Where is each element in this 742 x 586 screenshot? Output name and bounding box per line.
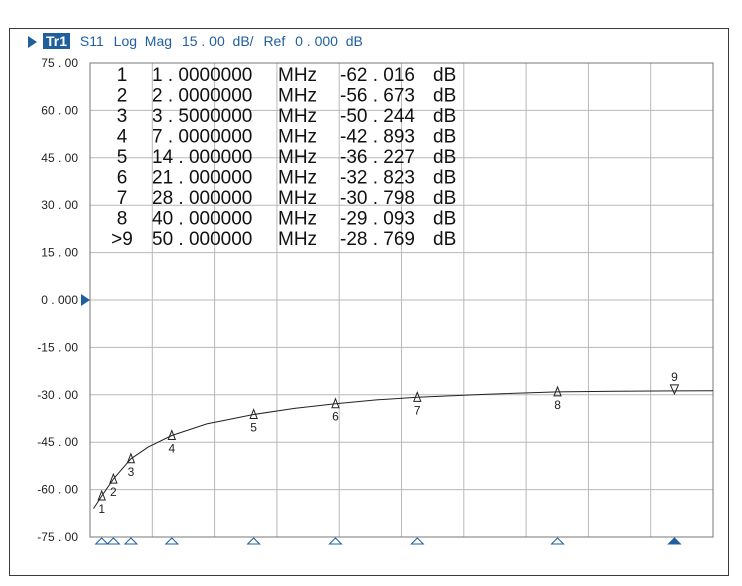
marker-table-freq: 28 . 000000 bbox=[152, 188, 252, 209]
y-tick-label: 15 . 00 bbox=[41, 246, 78, 260]
marker-symbol bbox=[669, 384, 680, 396]
marker-table-val: -50 . 244 bbox=[340, 106, 415, 127]
ref-level-arrow-icon[interactable] bbox=[81, 294, 90, 306]
y-tick-label: -30 . 00 bbox=[37, 388, 78, 402]
marker-table-unit: MHz bbox=[278, 127, 317, 148]
bottom-marker-triangle-icon bbox=[550, 537, 565, 545]
marker-table-unit: MHz bbox=[278, 168, 317, 189]
marker-table-unit: MHz bbox=[278, 65, 317, 86]
s11-chart[interactable]: 75 . 00 60 . 00 45 . 00 30 . 00 15 . 00 0 . 0… bbox=[0, 0, 742, 586]
marker-table-vunit: dB bbox=[433, 147, 456, 168]
marker-table-id: 4 bbox=[117, 127, 128, 148]
marker-table-freq: 50 . 000000 bbox=[152, 229, 252, 250]
y-tick-label: -45 . 00 bbox=[37, 435, 78, 449]
marker-table-freq: 40 . 000000 bbox=[152, 209, 252, 230]
marker-table-freq: 1 . 0000000 bbox=[152, 65, 252, 86]
bottom-marker-triangle-icon bbox=[410, 537, 425, 545]
marker-table-unit: MHz bbox=[278, 86, 317, 107]
marker-table-val: -30 . 798 bbox=[340, 188, 415, 209]
y-tick-label: -15 . 00 bbox=[37, 340, 78, 354]
marker-table-id: 6 bbox=[117, 168, 128, 189]
marker-label: 3 bbox=[128, 465, 135, 479]
ref-arrow-shape bbox=[81, 294, 90, 306]
s11-trace-line bbox=[93, 390, 714, 509]
marker-table-val: -32 . 823 bbox=[340, 168, 415, 189]
marker-table-val: -29 . 093 bbox=[340, 209, 415, 230]
y-tick-label: 75 . 00 bbox=[41, 56, 78, 70]
marker-table-vunit: dB bbox=[433, 168, 456, 189]
marker-table-unit: MHz bbox=[278, 229, 317, 250]
marker-table-id: 8 bbox=[117, 209, 128, 230]
marker-table-vunit: dB bbox=[433, 65, 456, 86]
marker-label: 8 bbox=[554, 398, 561, 412]
marker-table-val: -36 . 227 bbox=[340, 147, 415, 168]
bottom-marker-triangle-icon bbox=[164, 537, 180, 545]
marker-label: 7 bbox=[414, 403, 421, 417]
marker-table-vunit: dB bbox=[433, 209, 456, 230]
marker-table-freq: 21 . 000000 bbox=[152, 168, 252, 189]
marker-table-id: 1 bbox=[117, 65, 128, 86]
marker-table-unit: MHz bbox=[278, 188, 317, 209]
marker-table-unit: MHz bbox=[278, 106, 317, 127]
bottom-marker-triangle-icon bbox=[94, 537, 109, 545]
bottom-marker-triangle-icon bbox=[106, 537, 121, 545]
marker-table-unit: MHz bbox=[278, 147, 317, 168]
marker-table-id: 5 bbox=[117, 147, 128, 168]
y-tick-label: 60 . 00 bbox=[41, 103, 78, 117]
marker-table-freq: 14 . 000000 bbox=[152, 147, 252, 168]
bottom-marker-triangle-icon bbox=[328, 537, 343, 545]
marker-table-vunit: dB bbox=[433, 86, 456, 107]
marker-label: 5 bbox=[250, 420, 257, 434]
y-tick-label: 30 . 00 bbox=[41, 198, 78, 212]
marker-label: 2 bbox=[110, 485, 117, 499]
marker-table-val: -62 . 016 bbox=[340, 65, 415, 86]
marker-table-id: 2 bbox=[117, 86, 128, 107]
marker-label: 4 bbox=[168, 442, 175, 456]
y-tick-label: -75 . 00 bbox=[37, 530, 78, 544]
marker-table-vunit: dB bbox=[433, 188, 456, 209]
bottom-marker-indicators[interactable] bbox=[94, 537, 682, 545]
marker-table-val: -42 . 893 bbox=[340, 127, 415, 148]
marker-table-vunit: dB bbox=[433, 127, 456, 148]
marker-label: 6 bbox=[332, 410, 339, 424]
marker-table-freq: 3 . 5000000 bbox=[152, 106, 252, 127]
y-tick-label: 0 . 000 bbox=[41, 293, 78, 307]
marker-label: 1 bbox=[98, 502, 105, 516]
marker-table-freq: 2 . 0000000 bbox=[152, 86, 252, 107]
marker-table-id: >9 bbox=[111, 229, 133, 250]
marker-table-id: 3 bbox=[117, 106, 128, 127]
marker-table-vunit: dB bbox=[433, 106, 456, 127]
bottom-marker-triangle-icon bbox=[123, 537, 139, 545]
y-tick-label: 45 . 00 bbox=[41, 151, 78, 165]
marker-table: 1 1 . 0000000 MHz -62 . 016 dB 2 2 . 0000000 MH… bbox=[111, 65, 456, 250]
bottom-marker-triangle-icon bbox=[667, 537, 682, 545]
y-tick-labels: 75 . 00 60 . 00 45 . 00 30 . 00 15 . 00 0 . 0… bbox=[37, 56, 78, 544]
y-tick-label: -60 . 00 bbox=[37, 483, 78, 497]
marker-table-val: -28 . 769 bbox=[340, 229, 415, 250]
marker-label: 9 bbox=[671, 370, 678, 384]
bottom-marker-triangle-icon bbox=[246, 537, 261, 545]
marker-table-vunit: dB bbox=[433, 229, 456, 250]
marker-table-id: 7 bbox=[117, 188, 128, 209]
marker-table-unit: MHz bbox=[278, 209, 317, 230]
marker-table-val: -56 . 673 bbox=[340, 86, 415, 107]
marker-table-freq: 7 . 0000000 bbox=[152, 127, 252, 148]
